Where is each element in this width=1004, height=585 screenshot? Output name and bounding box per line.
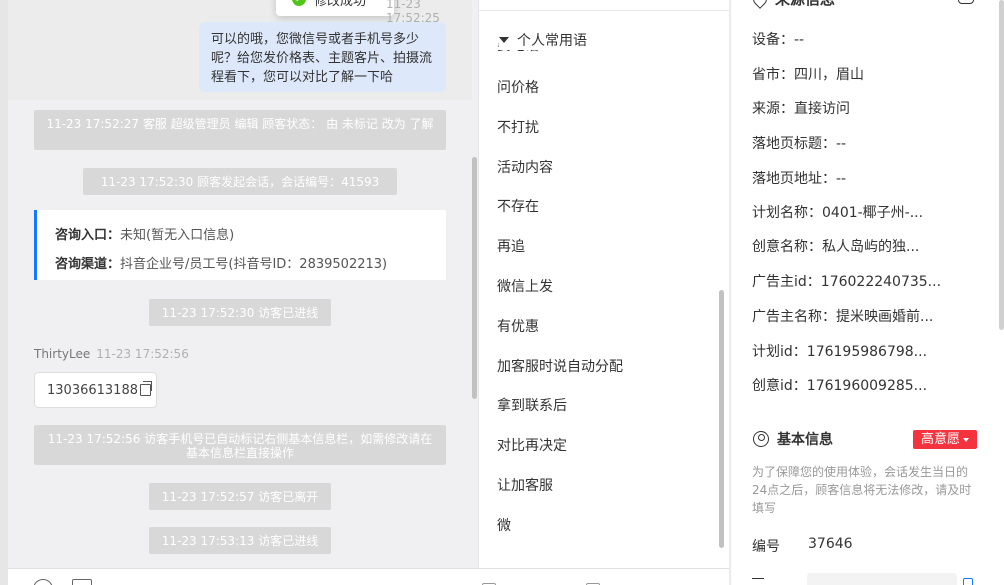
intent-badge-label: 高意愿 (920, 432, 960, 447)
phrase-item[interactable]: 再追 (497, 227, 623, 267)
chat-scrollbar[interactable] (472, 157, 477, 399)
sender-line: ThirtyLee 11-23 17:52:56 (34, 347, 189, 361)
caret-down-icon (963, 437, 969, 442)
phrase-group-title: 个人常用语 (517, 33, 587, 49)
row-value: 0401-椰子州-... (822, 205, 924, 221)
source-info-header: 来源信息 (750, 0, 835, 9)
source-row-plan-id: 计划id：176195986798... (752, 341, 927, 361)
source-row-region: 省市：四川，眉山 (752, 64, 864, 84)
row-value: 提米映画婚前... (836, 309, 934, 325)
system-message: 11-23 17:52:27 客服 超级管理员 编辑 顾客状态： 由 未标记 改… (34, 110, 446, 150)
row-label: 创意id： (752, 378, 807, 394)
system-message: 11-23 17:52:30 顾客发起会话，会话编号：41593 (83, 168, 397, 195)
copy-icon[interactable] (139, 381, 152, 396)
basic-info-header: 基本信息 (753, 429, 833, 449)
customer-info-panel: 来源信息 设备：-- 省市：四川，眉山 来源：直接访问 落地页标题：-- 落地页… (731, 0, 1004, 585)
source-row-advertiser-id: 广告主id：176022240735... (752, 271, 941, 291)
info-input-field[interactable] (807, 573, 957, 585)
source-row-advertiser-name: 广告主名称：提米映画婚前... (752, 306, 933, 326)
row-value: 176022240735... (820, 274, 942, 290)
divider (479, 10, 729, 11)
phrase-item[interactable]: 活动内容 (497, 148, 623, 188)
phrase-item[interactable]: 让加客服 (497, 466, 623, 506)
row-label: 来源： (752, 101, 794, 117)
entry-label: 咨询入口： (55, 228, 121, 243)
phrase-item[interactable]: 拿到联系后 (497, 386, 623, 426)
phone-message[interactable]: 13036613188 (34, 372, 157, 408)
consult-info-card: 咨询入口：未知(暂无入口信息) 咨询渠道：抖音企业号/员工号(抖音号ID：283… (34, 210, 446, 280)
row-value: 四川，眉山 (794, 67, 864, 83)
cap-icon[interactable] (958, 0, 974, 4)
source-row-plan-name: 计划名称：0401-椰子州-... (752, 202, 923, 222)
source-row-source: 来源：直接访问 (752, 98, 850, 118)
field-label (752, 578, 764, 585)
row-value: 直接访问 (794, 101, 850, 117)
basic-info-title: 基本信息 (777, 432, 833, 448)
phrase-item[interactable]: 不打扰 (497, 108, 623, 148)
system-message: 11-23 17:52:56 访客手机号已自动标记右侧基本信息栏，如需修改请在基… (34, 425, 446, 465)
row-label: 计划id： (752, 344, 807, 360)
system-message: 11-23 17:53:13 访客已进线 (149, 527, 331, 554)
row-value: -- (836, 171, 847, 187)
phrase-item[interactable]: 不存在 (497, 187, 623, 227)
caret-down-icon (499, 37, 509, 43)
source-row-device: 设备：-- (752, 29, 804, 49)
sender-time: 11-23 17:52:56 (96, 347, 189, 361)
emoji-icon[interactable] (33, 579, 53, 585)
phrase-item[interactable]: 有优惠 (497, 307, 623, 347)
number-value: 37646 (808, 536, 853, 552)
number-label: 编号 (752, 539, 780, 555)
phone-number: 13036613188 (47, 382, 138, 398)
row-value: 私人岛屿的独... (822, 239, 920, 255)
chat-toolbar (8, 568, 729, 585)
success-toast: ✓ 修改成功 (276, 0, 394, 16)
row-label: 创意名称： (752, 239, 822, 255)
row-label: 落地页地址： (752, 171, 836, 187)
row-value: 176196009285... (806, 378, 928, 394)
row-label: 广告主id： (752, 274, 821, 290)
user-icon (753, 431, 769, 447)
location-pin-icon (750, 0, 770, 9)
system-message: 11-23 17:52:57 访客已离开 (149, 483, 331, 510)
phrase-item[interactable]: 问价格 (497, 68, 623, 108)
source-row-landing-title: 落地页标题：-- (752, 133, 846, 153)
info-scrollbar[interactable] (999, 0, 1004, 330)
row-label: 省市： (752, 67, 794, 83)
check-icon: ✓ (292, 0, 306, 6)
row-label: 落地页标题： (752, 136, 836, 152)
row-label: 广告主名称： (752, 309, 836, 325)
phrase-group-header[interactable]: 个人常用语 (499, 30, 593, 50)
intent-badge[interactable]: 高意愿 (913, 430, 977, 449)
edit-notice: 为了保障您的使用体验，会话发生当日的24点之后，顾客信息将无法修改，请及时填写 (752, 465, 972, 515)
phrase-item[interactable]: 微信上发 (497, 267, 623, 307)
system-message: 11-23 17:52:30 访客已进线 (149, 299, 331, 326)
toast-text: 修改成功 (314, 0, 367, 9)
row-label: 设备： (752, 32, 794, 48)
source-row-creative-name: 创意名称：私人岛屿的独... (752, 236, 919, 256)
source-info-title: 来源信息 (775, 0, 835, 9)
phrases-scrollbar[interactable] (719, 290, 724, 548)
row-value: 176195986798... (806, 344, 928, 360)
image-icon[interactable] (72, 579, 92, 585)
entry-value: 未知(暂无入口信息) (120, 228, 235, 243)
phrase-list: 问价格 不打扰 活动内容 不存在 再追 微信上发 有优惠 加客服时说自动分配 拿… (497, 68, 623, 546)
phrase-item[interactable]: 对比再决定 (497, 426, 623, 466)
customer-message-bubble: 可以的哦，您微信号或者手机号多少呢？给您发价格表、主题客片、拍摄流程看下，您可以… (199, 22, 446, 92)
sender-name: ThirtyLee (34, 347, 91, 361)
channel-value: 抖音企业号/员工号(抖音号ID：2839502213) (120, 257, 388, 272)
source-row-creative-id: 创意id：176196009285... (752, 375, 927, 395)
row-value: -- (794, 32, 805, 48)
row-value: -- (836, 136, 847, 152)
source-row-landing-url: 落地页地址：-- (752, 168, 846, 188)
chat-panel: ✓ 修改成功 11-23 17:52:25 可以的哦，您微信号或者手机号多少呢？… (8, 0, 478, 568)
left-edge-strip (0, 0, 8, 585)
phrase-item[interactable]: 微 (497, 506, 623, 546)
edit-icon[interactable] (963, 578, 973, 585)
phrase-item[interactable]: 加客服时说自动分配 (497, 347, 623, 387)
row-label: 计划名称： (752, 205, 822, 221)
channel-label: 咨询渠道： (55, 257, 121, 272)
common-phrases-panel: 要电话 个人常用语 问价格 不打扰 活动内容 不存在 再追 微信上发 有优惠 加… (478, 0, 729, 568)
